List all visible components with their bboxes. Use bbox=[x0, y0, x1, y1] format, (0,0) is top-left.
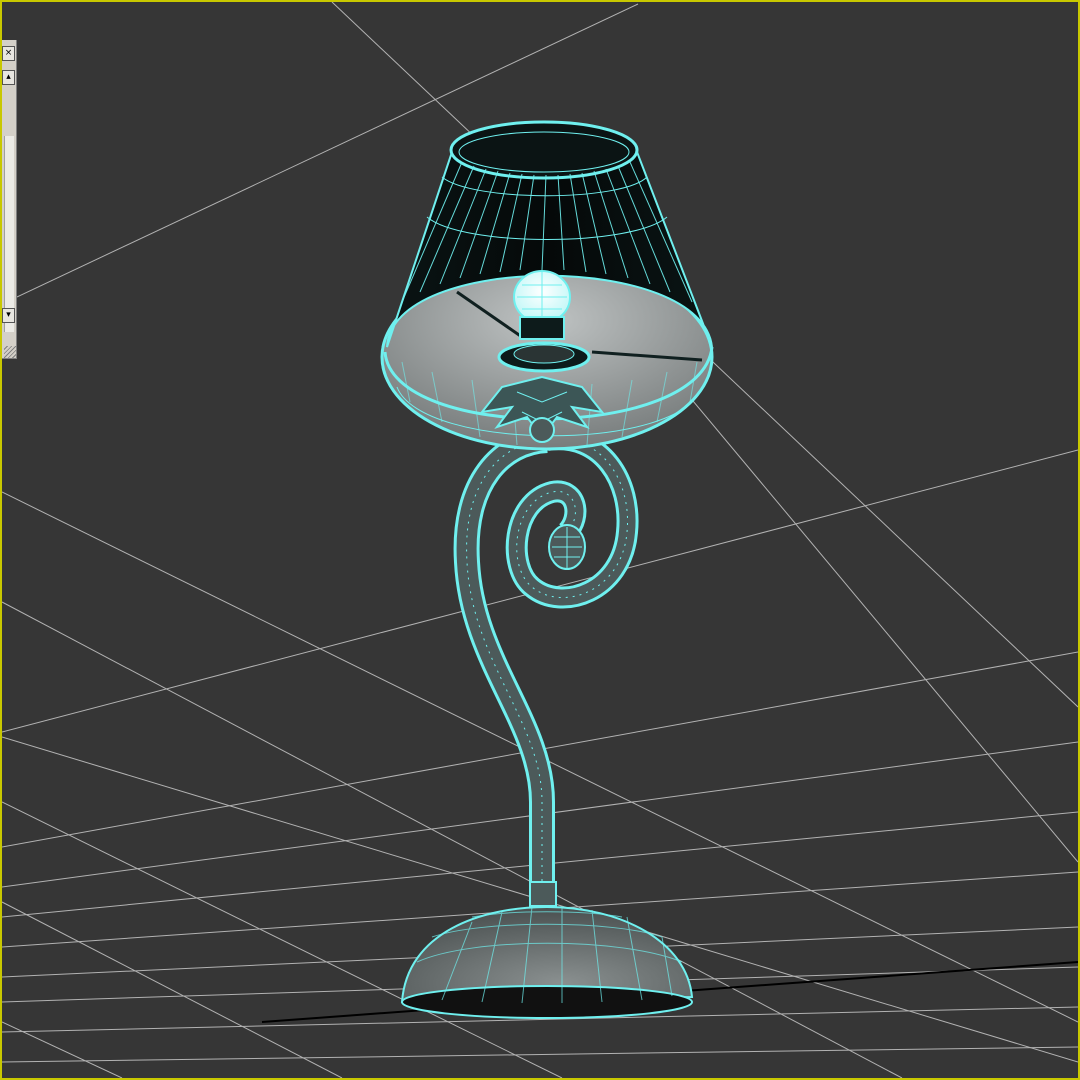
lamp-base bbox=[400, 905, 694, 1019]
close-icon[interactable]: × bbox=[2, 46, 15, 61]
viewport-scene bbox=[2, 2, 1078, 1078]
panel-scrollbar[interactable] bbox=[4, 136, 14, 332]
lamp-stem bbox=[453, 427, 557, 907]
side-panel: × ▴ ▾ bbox=[2, 40, 17, 359]
lamp-scroll bbox=[505, 428, 639, 609]
resize-grip-icon[interactable] bbox=[4, 346, 16, 358]
3d-viewport[interactable]: × ▴ ▾ bbox=[0, 0, 1080, 1080]
arrow-down-icon[interactable]: ▾ bbox=[2, 308, 15, 323]
arrow-up-icon[interactable]: ▴ bbox=[2, 70, 15, 85]
